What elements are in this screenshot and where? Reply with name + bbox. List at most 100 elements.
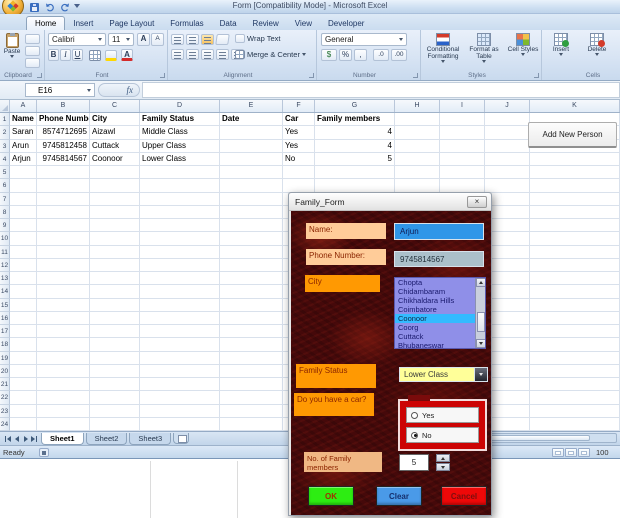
copy-icon[interactable] [25, 46, 40, 56]
cell-B14[interactable] [37, 285, 90, 299]
add-new-person-button[interactable]: Add New Person [528, 122, 617, 148]
tab-insert[interactable]: Insert [65, 17, 101, 30]
row-header-14[interactable]: 14 [0, 285, 10, 299]
cell-H1[interactable] [395, 113, 440, 127]
cell-B17[interactable] [37, 325, 90, 339]
cell-D13[interactable] [140, 272, 220, 286]
city-option-bhubaneswar[interactable]: Bhubaneswar [395, 341, 485, 348]
row-header-1[interactable]: 1 [0, 113, 10, 127]
cell-E3[interactable] [220, 139, 283, 153]
cell-K11[interactable] [530, 245, 620, 259]
cell-C15[interactable] [90, 298, 140, 312]
cut-icon[interactable] [25, 34, 40, 44]
spin-up-button[interactable] [436, 454, 450, 462]
row-header-21[interactable]: 21 [0, 378, 10, 392]
cell-B24[interactable] [37, 417, 90, 431]
cell-A24[interactable] [10, 417, 37, 431]
wrap-text-button[interactable]: Wrap Text [235, 34, 281, 43]
cell-C6[interactable] [90, 179, 140, 193]
cell-F5[interactable] [283, 166, 315, 180]
tab-data[interactable]: Data [212, 17, 245, 30]
cell-C4[interactable]: Coonoor [90, 152, 140, 166]
cell-D23[interactable] [140, 404, 220, 418]
tab-developer[interactable]: Developer [320, 17, 372, 30]
cell-J4[interactable] [485, 152, 530, 166]
accounting-format-button[interactable]: $ [321, 49, 337, 61]
cell-K12[interactable] [530, 258, 620, 272]
cell-D20[interactable] [140, 364, 220, 378]
cell-E22[interactable] [220, 391, 283, 405]
cell-E21[interactable] [220, 378, 283, 392]
cell-K7[interactable] [530, 192, 620, 206]
orientation-icon[interactable] [215, 34, 230, 45]
cell-C19[interactable] [90, 351, 140, 365]
city-option-coorg[interactable]: Coorg [395, 323, 485, 332]
cell-K17[interactable] [530, 325, 620, 339]
cell-H5[interactable] [395, 166, 440, 180]
cell-B18[interactable] [37, 338, 90, 352]
cell-K22[interactable] [530, 391, 620, 405]
cell-K16[interactable] [530, 311, 620, 325]
cell-F4[interactable]: No [283, 152, 315, 166]
cell-C17[interactable] [90, 325, 140, 339]
page-layout-view-button[interactable] [565, 448, 577, 457]
grow-font-button[interactable]: A [137, 33, 150, 46]
row-header-23[interactable]: 23 [0, 404, 10, 418]
cell-J2[interactable] [485, 126, 530, 140]
cell-C3[interactable]: Cuttack [90, 139, 140, 153]
name-box[interactable]: E16 [25, 83, 95, 97]
tab-formulas[interactable]: Formulas [162, 17, 211, 30]
cell-E19[interactable] [220, 351, 283, 365]
scroll-up-button[interactable] [476, 278, 485, 287]
insert-worksheet-button[interactable] [173, 433, 190, 444]
font-family-select[interactable]: Calibri [48, 33, 106, 46]
cell-A14[interactable] [10, 285, 37, 299]
row-header-22[interactable]: 22 [0, 391, 10, 405]
cell-G1[interactable]: Family members [315, 113, 395, 127]
spin-down-button[interactable] [436, 463, 450, 471]
cell-C20[interactable] [90, 364, 140, 378]
row-header-12[interactable]: 12 [0, 258, 10, 272]
cell-I2[interactable] [440, 126, 485, 140]
close-button[interactable]: × [467, 196, 487, 208]
row-header-13[interactable]: 13 [0, 272, 10, 286]
row-header-6[interactable]: 6 [0, 179, 10, 193]
city-option-coimbatore[interactable]: Coimbatore [395, 305, 485, 314]
cell-D3[interactable]: Upper Class [140, 139, 220, 153]
row-header-19[interactable]: 19 [0, 351, 10, 365]
row-header-8[interactable]: 8 [0, 205, 10, 219]
cell-A19[interactable] [10, 351, 37, 365]
cell-K8[interactable] [530, 205, 620, 219]
cell-A8[interactable] [10, 205, 37, 219]
cell-G2[interactable]: 4 [315, 126, 395, 140]
cell-K21[interactable] [530, 378, 620, 392]
cell-E15[interactable] [220, 298, 283, 312]
cell-F2[interactable]: Yes [283, 126, 315, 140]
cell-B2[interactable]: 8574712695 [37, 126, 90, 140]
cell-A17[interactable] [10, 325, 37, 339]
underline-button[interactable]: U [72, 49, 83, 61]
row-header-9[interactable]: 9 [0, 219, 10, 233]
column-header-G[interactable]: G [315, 100, 395, 112]
cell-D9[interactable] [140, 219, 220, 233]
cell-K9[interactable] [530, 219, 620, 233]
cell-A23[interactable] [10, 404, 37, 418]
cell-I3[interactable] [440, 139, 485, 153]
cell-E1[interactable]: Date [220, 113, 283, 127]
sheet-tab-sheet1[interactable]: Sheet1 [41, 432, 84, 445]
format-painter-icon[interactable] [25, 58, 40, 68]
row-header-16[interactable]: 16 [0, 311, 10, 325]
cell-A16[interactable] [10, 311, 37, 325]
cell-C23[interactable] [90, 404, 140, 418]
cell-E2[interactable] [220, 126, 283, 140]
city-listbox[interactable]: Chopta Chidambaram Chikhaldara Hills Coimba… [394, 277, 486, 349]
cell-B3[interactable]: 9745812458 [37, 139, 90, 153]
cell-D17[interactable] [140, 325, 220, 339]
cell-K19[interactable] [530, 351, 620, 365]
clear-button[interactable]: Clear [376, 486, 422, 506]
normal-view-button[interactable] [552, 448, 564, 457]
tab-home[interactable]: Home [26, 16, 66, 30]
cell-C21[interactable] [90, 378, 140, 392]
align-middle-icon[interactable] [186, 34, 199, 45]
cell-A12[interactable] [10, 258, 37, 272]
